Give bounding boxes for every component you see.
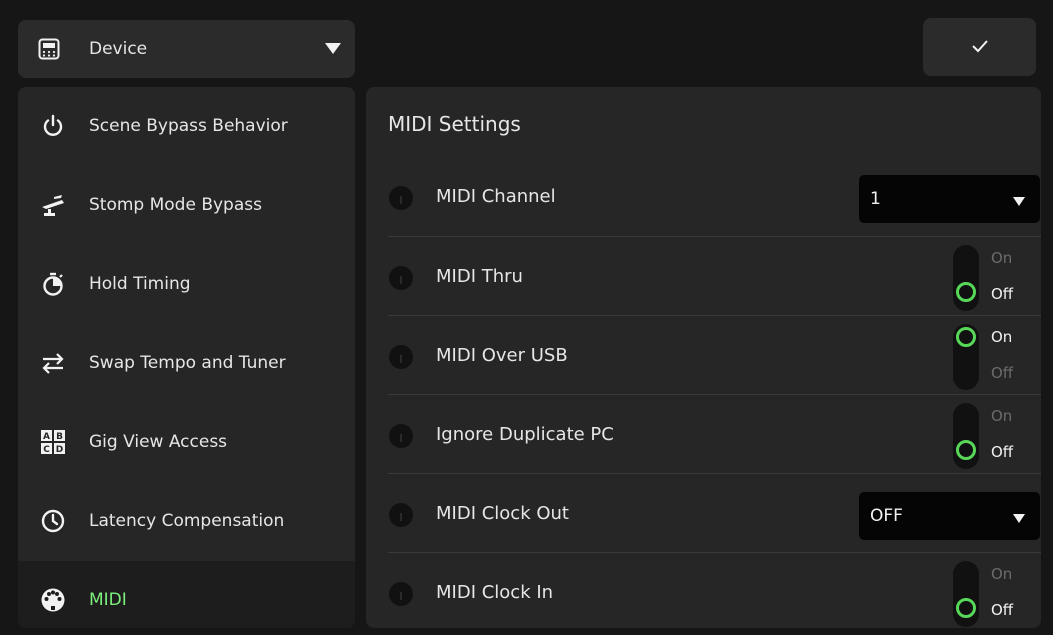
setting-row-midi-channel: MIDI Channel 1 [388,157,1041,236]
info-icon[interactable] [388,265,414,291]
sidebar-item-label: Stomp Mode Bypass [89,195,262,215]
power-icon [43,114,63,136]
setting-label: MIDI Thru [436,266,523,287]
abcd-grid-icon: A B C D [41,430,65,455]
confirm-button[interactable] [923,18,1036,76]
sidebar-item-stomp-mode-bypass[interactable]: Stomp Mode Bypass [18,166,355,245]
device-dropdown[interactable]: Device [18,20,355,78]
svg-text:D: D [56,445,63,455]
toggle-off-label: Off [991,601,1014,619]
clock-icon [41,509,65,533]
midi-clock-in-toggle[interactable]: On Off [953,561,1013,627]
svg-text:C: C [43,445,50,455]
sidebar-item-hold-timing[interactable]: Hold Timing [18,245,355,324]
toggle-knob [956,598,976,618]
sidebar-item-midi[interactable]: MIDI [18,561,355,628]
sidebar-item-latency-compensation[interactable]: Latency Compensation [18,482,355,561]
info-icon[interactable] [388,185,414,211]
swap-arrows-icon [42,353,64,374]
toggle-knob [956,282,976,302]
setting-label: MIDI Clock Out [436,503,569,524]
toggle-on-label: On [991,328,1013,346]
toggle-on-label: On [991,565,1013,583]
toggle-on-label: On [991,249,1013,267]
midi-settings-panel: MIDI Settings MIDI Channel 1 MIDI Thru O… [366,87,1041,628]
chevron-down-icon [325,43,341,54]
sidebar-item-label: Latency Compensation [89,511,285,531]
setting-row-midi-clock-out: MIDI Clock Out OFF [388,473,1041,552]
midi-channel-select[interactable]: 1 [859,175,1040,223]
stomp-pedal-icon [42,195,64,216]
setting-row-midi-over-usb: MIDI Over USB On Off [388,315,1041,394]
panel-title: MIDI Settings [388,112,521,136]
midi-over-usb-toggle[interactable]: On Off [953,324,1013,390]
toggle-on-label: On [991,407,1013,425]
device-icon [38,38,60,60]
sidebar-item-label: Swap Tempo and Tuner [89,353,286,373]
chevron-down-icon [1013,197,1025,206]
sidebar-item-scene-bypass-behavior[interactable]: Scene Bypass Behavior [18,87,355,166]
chevron-down-icon [1013,514,1025,523]
sidebar-item-label: Gig View Access [89,432,228,452]
sidebar-item-label: Scene Bypass Behavior [89,116,288,136]
sidebar-item-label: MIDI [89,590,127,610]
setting-row-midi-clock-in: MIDI Clock In On Off [388,552,1041,628]
setting-label: MIDI Over USB [436,345,568,366]
setting-label: MIDI Clock In [436,582,554,603]
setting-row-ignore-duplicate-pc: Ignore Duplicate PC On Off [388,394,1041,473]
toggle-knob [956,327,976,347]
midi-thru-toggle[interactable]: On Off [953,245,1013,311]
select-value: OFF [870,506,903,526]
setting-row-midi-thru: MIDI Thru On Off [388,236,1041,315]
info-icon[interactable] [388,344,414,370]
toggle-off-label: Off [991,364,1014,382]
sidebar-item-label: Hold Timing [89,274,191,294]
midi-clock-out-select[interactable]: OFF [859,492,1040,540]
midi-connector-icon [41,588,65,612]
toggle-off-label: Off [991,285,1014,303]
select-value: 1 [870,189,881,209]
ignore-duplicate-pc-toggle[interactable]: On Off [953,403,1013,469]
timer-icon [43,272,63,296]
setting-label: MIDI Channel [436,186,556,207]
info-icon[interactable] [388,423,414,449]
sidebar-item-gig-view-access[interactable]: A B C D Gig View Access [18,403,355,482]
device-dropdown-label: Device [89,39,148,59]
info-icon[interactable] [388,581,414,607]
checkmark-icon [972,40,988,53]
toggle-off-label: Off [991,443,1014,461]
info-icon[interactable] [388,502,414,528]
svg-text:A: A [43,432,50,442]
svg-text:B: B [56,432,63,442]
setting-label: Ignore Duplicate PC [436,424,614,445]
toggle-knob [956,440,976,460]
sidebar-item-swap-tempo-and-tuner[interactable]: Swap Tempo and Tuner [18,324,355,403]
sidebar: Scene Bypass Behavior Stomp Mode Bypass … [18,87,355,628]
